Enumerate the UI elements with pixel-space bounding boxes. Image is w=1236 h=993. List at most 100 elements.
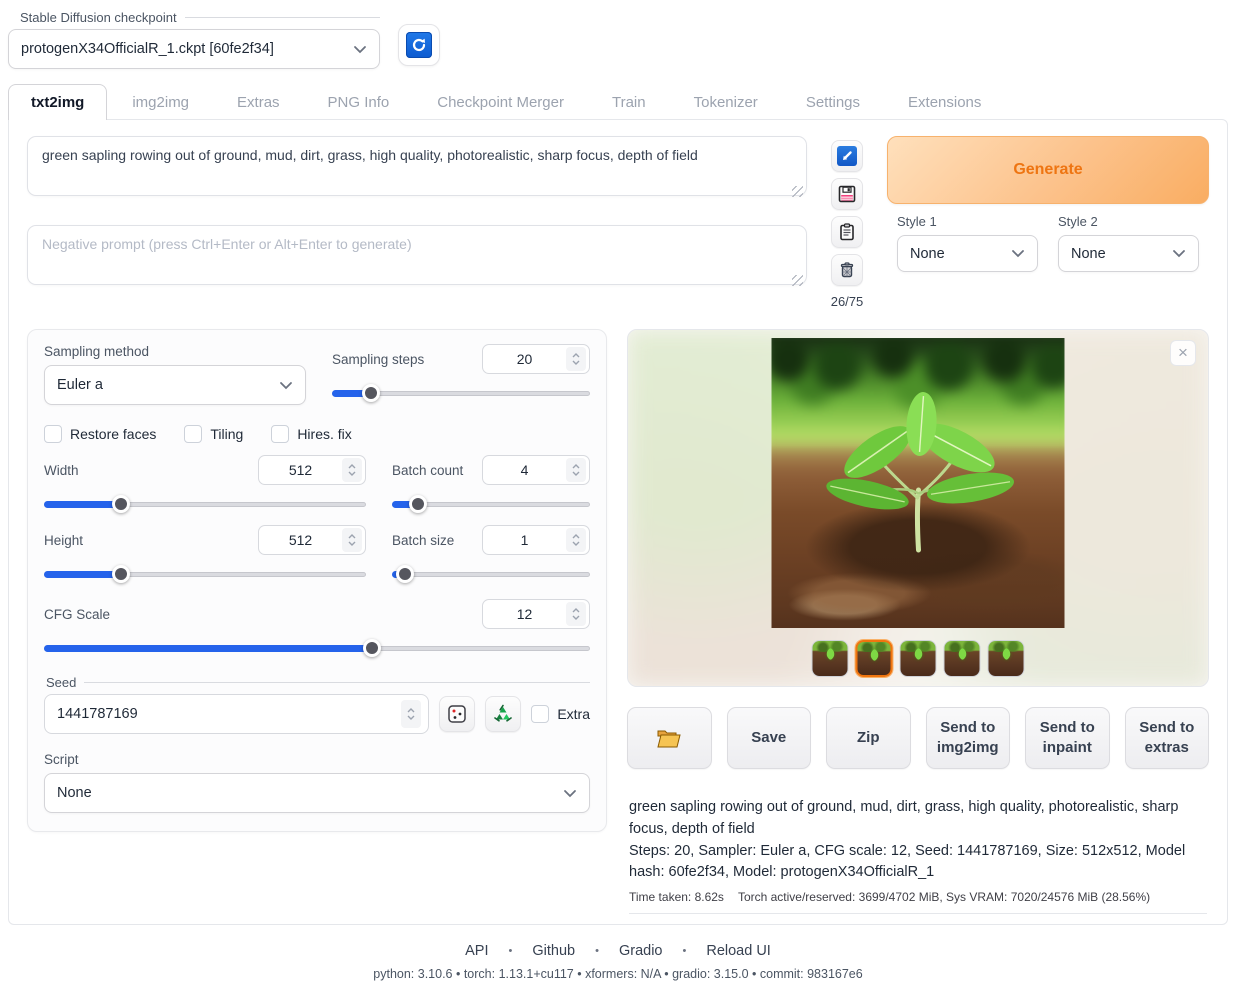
sampling-steps-value: 20: [483, 351, 566, 367]
thumbnail-5[interactable]: [988, 640, 1025, 677]
stepper-arrows[interactable]: [566, 602, 586, 626]
checkbox-box: [271, 425, 289, 443]
save-style-icon: [838, 185, 856, 203]
tab-txt2img[interactable]: txt2img: [8, 84, 107, 120]
checkpoint-dropdown[interactable]: protogenX34OfficialR_1.ckpt [60fe2f34]: [8, 29, 380, 69]
batch-count-input[interactable]: 4: [482, 455, 590, 485]
hires-fix-checkbox[interactable]: Hires. fix: [271, 425, 351, 443]
send-to-extras-button[interactable]: Send to extras: [1125, 707, 1210, 769]
generated-image[interactable]: [772, 338, 1065, 628]
time-taken-text: Time taken: 8.62s: [629, 890, 724, 904]
style2-dropdown[interactable]: None: [1058, 235, 1199, 272]
tab-tokenizer[interactable]: Tokenizer: [671, 84, 781, 120]
tab-img2img[interactable]: img2img: [109, 84, 212, 120]
footer-links: API • Github • Gradio • Reload UI: [8, 943, 1228, 959]
save-style-button[interactable]: [831, 178, 863, 210]
stepper-down-icon: [348, 541, 356, 546]
thumbnail-3[interactable]: [900, 640, 937, 677]
sapling-plant: [772, 338, 1065, 628]
zip-button[interactable]: Zip: [826, 707, 911, 769]
stepper-arrows[interactable]: [566, 528, 586, 552]
thumbnail-strip: [812, 640, 1025, 677]
chevron-down-icon: [1011, 249, 1025, 258]
stepper-arrows[interactable]: [566, 347, 586, 371]
tab-extensions[interactable]: Extensions: [885, 84, 1004, 120]
negative-prompt-input[interactable]: [27, 225, 807, 285]
script-dropdown[interactable]: None: [44, 773, 590, 813]
legend-line: [185, 17, 380, 18]
separator: •: [595, 945, 599, 957]
generate-column: Generate Style 1 None Style 2 None: [887, 136, 1209, 309]
extra-seed-checkbox[interactable]: Extra: [531, 705, 590, 723]
token-counter: 26/75: [831, 294, 864, 309]
tab-train[interactable]: Train: [589, 84, 669, 120]
clear-prompt-icon: [838, 261, 856, 279]
open-folder-button[interactable]: [627, 707, 712, 769]
stepper-down-icon: [572, 471, 580, 476]
legend-line: [84, 682, 590, 683]
leaf-icon: [868, 648, 881, 661]
stepper-arrows[interactable]: [401, 700, 421, 728]
gradio-link[interactable]: Gradio: [619, 943, 663, 959]
batch-size-field: Batch size 1: [392, 525, 590, 583]
sampling-method-dropdown[interactable]: Euler a: [44, 365, 306, 405]
paste-params-button[interactable]: [831, 140, 863, 172]
clear-prompt-button[interactable]: [831, 254, 863, 286]
sampling-steps-slider[interactable]: [332, 384, 590, 402]
seed-input[interactable]: [44, 694, 429, 734]
stepper-down-icon: [348, 471, 356, 476]
stepper-up-icon: [572, 464, 580, 469]
batch-size-input[interactable]: 1: [482, 525, 590, 555]
width-slider[interactable]: [44, 495, 366, 513]
refresh-checkpoint-button[interactable]: [398, 24, 440, 66]
stepper-down-icon: [572, 541, 580, 546]
seed-value[interactable]: [57, 706, 401, 722]
reload-ui-link[interactable]: Reload UI: [706, 943, 770, 959]
version-info: python: 3.10.6 • torch: 1.13.1+cu117 • x…: [8, 967, 1228, 993]
tiling-checkbox[interactable]: Tiling: [184, 425, 243, 443]
cfg-scale-slider[interactable]: [44, 639, 590, 657]
tab-settings[interactable]: Settings: [783, 84, 883, 120]
prompt-input[interactable]: green sapling rowing out of ground, mud,…: [27, 136, 807, 196]
thumbnail-2-selected[interactable]: [856, 640, 893, 677]
tab-png-info[interactable]: PNG Info: [305, 84, 413, 120]
tab-extras[interactable]: Extras: [214, 84, 303, 120]
stepper-up-icon: [348, 464, 356, 469]
height-slider[interactable]: [44, 565, 366, 583]
tiling-label: Tiling: [210, 426, 243, 442]
api-link[interactable]: API: [465, 943, 488, 959]
checkbox-box: [184, 425, 202, 443]
style1-label: Style 1: [897, 214, 1038, 229]
stepper-arrows[interactable]: [566, 458, 586, 482]
random-seed-button[interactable]: [439, 696, 475, 732]
height-label: Height: [44, 533, 83, 548]
save-button[interactable]: Save: [727, 707, 812, 769]
batch-count-slider[interactable]: [392, 495, 590, 513]
generate-button[interactable]: Generate: [887, 136, 1209, 204]
prompt-tools: 26/75: [821, 136, 873, 309]
reuse-seed-button[interactable]: [485, 696, 521, 732]
sampling-steps-label: Sampling steps: [332, 352, 424, 367]
tab-checkpoint-merger[interactable]: Checkpoint Merger: [414, 84, 587, 120]
height-input[interactable]: 512: [258, 525, 366, 555]
restore-faces-checkbox[interactable]: Restore faces: [44, 425, 156, 443]
paste-params-icon: [837, 146, 857, 166]
leaf-icon: [956, 648, 969, 661]
style1-dropdown[interactable]: None: [897, 235, 1038, 272]
thumbnail-4[interactable]: [944, 640, 981, 677]
stepper-up-icon: [572, 353, 580, 358]
batch-size-value: 1: [483, 532, 566, 548]
app-root: Stable Diffusion checkpoint protogenX34O…: [0, 0, 1236, 993]
close-gallery-button[interactable]: ×: [1170, 340, 1196, 366]
width-input[interactable]: 512: [258, 455, 366, 485]
thumbnail-1[interactable]: [812, 640, 849, 677]
batch-size-slider[interactable]: [392, 565, 590, 583]
sampling-steps-input[interactable]: 20: [482, 344, 590, 374]
stepper-arrows[interactable]: [342, 528, 362, 552]
cfg-scale-input[interactable]: 12: [482, 599, 590, 629]
apply-style-button[interactable]: [831, 216, 863, 248]
send-to-inpaint-button[interactable]: Send to inpaint: [1025, 707, 1110, 769]
stepper-arrows[interactable]: [342, 458, 362, 482]
github-link[interactable]: Github: [532, 943, 575, 959]
send-to-img2img-button[interactable]: Send to img2img: [926, 707, 1011, 769]
